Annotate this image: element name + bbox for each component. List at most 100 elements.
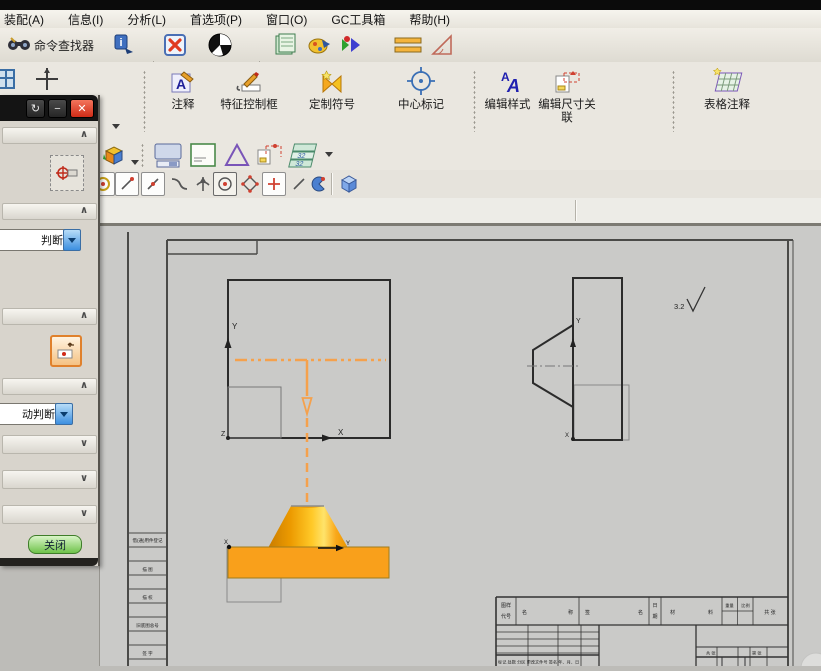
menu-information[interactable]: 信息(I) xyxy=(56,11,115,28)
section-bars-button[interactable] xyxy=(392,31,424,59)
inferred-combo[interactable]: 动判断 xyxy=(0,403,59,425)
section-header-3[interactable]: ∧ xyxy=(2,308,97,325)
information-cascade-button[interactable]: i xyxy=(112,31,136,59)
svg-text:3.2: 3.2 xyxy=(674,302,684,311)
protractor-button[interactable] xyxy=(428,31,458,59)
snap-quadrant-button[interactable] xyxy=(238,172,262,196)
crosshair-tool-icon[interactable] xyxy=(34,66,60,97)
svg-text:描 图: 描 图 xyxy=(142,566,153,573)
svg-text:重量: 重量 xyxy=(725,602,733,609)
clipped-dropdown-arrow[interactable] xyxy=(112,124,120,129)
feature-control-frame-button[interactable]: 特征控制框 xyxy=(215,66,283,136)
collapsed-section-3[interactable]: ∨ xyxy=(2,505,97,524)
section-header-4[interactable]: ∧ xyxy=(2,378,97,395)
layer-dropdown-arrow[interactable] xyxy=(325,152,333,157)
snap-tangent-button[interactable] xyxy=(167,172,191,196)
close-button-label: 关闭 xyxy=(44,539,66,552)
drawing-frame-icon[interactable] xyxy=(255,142,283,173)
pie-display-button[interactable] xyxy=(206,31,234,59)
view-toolbar: 32 32 xyxy=(99,140,821,170)
toolbar-handle[interactable] xyxy=(141,143,144,167)
cube-3d-icon[interactable] xyxy=(101,142,127,173)
active-point-tool-button[interactable] xyxy=(50,335,82,367)
note-icon: A xyxy=(158,66,208,96)
inferred-value: 动判断 xyxy=(22,409,55,421)
center-mark-button[interactable]: 中心标记 xyxy=(382,66,460,136)
chevron-up-icon: ∧ xyxy=(80,129,89,140)
nav-ball-fragment[interactable] xyxy=(800,652,821,671)
snap-arc-center-button[interactable] xyxy=(213,172,237,196)
cube-dropdown-arrow[interactable] xyxy=(131,160,139,165)
close-button[interactable]: 关闭 xyxy=(28,535,82,554)
side-y-label: Y xyxy=(576,318,581,325)
layer-settings-button[interactable] xyxy=(272,31,300,59)
ribbon-handle[interactable] xyxy=(143,70,146,132)
chevron-up-icon: ∧ xyxy=(80,380,89,391)
clipped-grid-icon[interactable] xyxy=(0,68,18,95)
side-view[interactable]: Y X xyxy=(527,277,630,441)
graphics-window[interactable]: 借(通)用件登记 描 图 描 校 旧底图总号 签 字 Y X Z Y X 3.2… xyxy=(99,226,821,671)
menu-analysis[interactable]: 分析(L) xyxy=(115,11,178,28)
ribbon-handle[interactable] xyxy=(672,70,675,132)
chevron-down-icon: ∨ xyxy=(80,508,89,519)
target-icon xyxy=(56,166,78,180)
snap-midpoint-button[interactable] xyxy=(141,172,165,196)
snap-existing-point-button[interactable] xyxy=(262,172,286,196)
menu-window[interactable]: 窗口(O) xyxy=(254,11,319,28)
object-display-button[interactable] xyxy=(306,31,334,59)
triangle-icon[interactable] xyxy=(223,142,251,173)
move-point-icon xyxy=(57,342,74,359)
orange-plate[interactable] xyxy=(227,546,390,579)
menu-bar: 装配(A) 信息(I) 分析(L) 首选项(P) 窗口(O) GC工具箱 帮助(… xyxy=(0,10,821,28)
svg-text:日: 日 xyxy=(652,603,657,609)
note-button[interactable]: A 注释 xyxy=(158,66,208,136)
cone-model[interactable]: X Y xyxy=(224,505,390,603)
snap-settings-dialog[interactable]: ↻ − ✕ ∧ ∧ 判断 ∧ ∧ 动判断 ∨ ∨ ∨ 关闭 xyxy=(0,95,100,566)
dialog-close-icon[interactable]: ✕ xyxy=(70,99,94,118)
dialog-titlebar[interactable]: ↻ − ✕ xyxy=(0,95,98,121)
section-header-1[interactable]: ∧ xyxy=(2,127,97,144)
annotation-toolbar: A 注释 特征控制框 定制符号 中心标记 AA 编辑样式 编辑尺寸关联 表格注释 xyxy=(0,62,821,195)
edit-dimension-assoc-button[interactable]: 编辑尺寸关联 xyxy=(538,66,596,136)
show-hide-button[interactable] xyxy=(338,31,366,59)
layer-stack-icon[interactable]: 32 32 xyxy=(287,142,319,173)
status-strip xyxy=(99,198,821,223)
svg-text:签: 签 xyxy=(585,609,590,616)
visualization-button[interactable] xyxy=(162,31,188,59)
front-z-label: Z xyxy=(221,431,226,438)
snap-point-toolbar xyxy=(91,170,821,198)
snap-point-on-surface-button[interactable] xyxy=(307,172,331,196)
section-header-2[interactable]: ∧ xyxy=(2,203,97,220)
collapsed-section-1[interactable]: ∨ xyxy=(2,435,97,454)
svg-text:代号: 代号 xyxy=(501,613,511,620)
svg-text:共 张: 共 张 xyxy=(764,609,775,616)
surface-finish-note[interactable]: 3.2 xyxy=(674,286,706,313)
command-finder-button[interactable]: 命令查找器 xyxy=(6,31,95,59)
side-x-label: X xyxy=(565,433,569,439)
svg-text:描 校: 描 校 xyxy=(142,594,153,601)
table-note-button[interactable]: 表格注释 xyxy=(688,66,766,136)
snap-endpoint-button[interactable] xyxy=(115,172,139,196)
ribbon-handle[interactable] xyxy=(473,70,476,132)
custom-symbol-button[interactable]: 定制符号 xyxy=(298,66,366,136)
window-layout-icon[interactable] xyxy=(153,142,183,173)
menu-preferences[interactable]: 首选项(P) xyxy=(178,11,254,28)
command-finder-label: 命令查找器 xyxy=(34,38,95,53)
menu-help[interactable]: 帮助(H) xyxy=(397,11,462,28)
menu-assembly[interactable]: 装配(A) xyxy=(0,11,56,28)
snap-intersection-button[interactable] xyxy=(191,172,215,196)
binoculars-icon xyxy=(7,34,31,57)
inferred-combo-arrow[interactable] xyxy=(55,403,73,425)
sheet-icon[interactable] xyxy=(189,142,217,173)
menu-gc-toolbox[interactable]: GC工具箱 xyxy=(319,11,397,28)
snap-type-combo[interactable]: 判断 xyxy=(0,229,67,251)
edit-style-button[interactable]: AA 编辑样式 xyxy=(480,66,535,136)
snap-type-combo-arrow[interactable] xyxy=(63,229,81,251)
point-on-target-button[interactable] xyxy=(50,155,84,191)
front-x-label: X xyxy=(338,428,344,437)
collapsed-section-2[interactable]: ∨ xyxy=(2,470,97,489)
dialog-reset-button[interactable]: ↻ xyxy=(26,99,45,118)
dialog-minimize-button[interactable]: − xyxy=(48,99,67,118)
solid-cube-icon[interactable] xyxy=(337,172,361,196)
edit-style-icon: AA xyxy=(480,66,535,96)
